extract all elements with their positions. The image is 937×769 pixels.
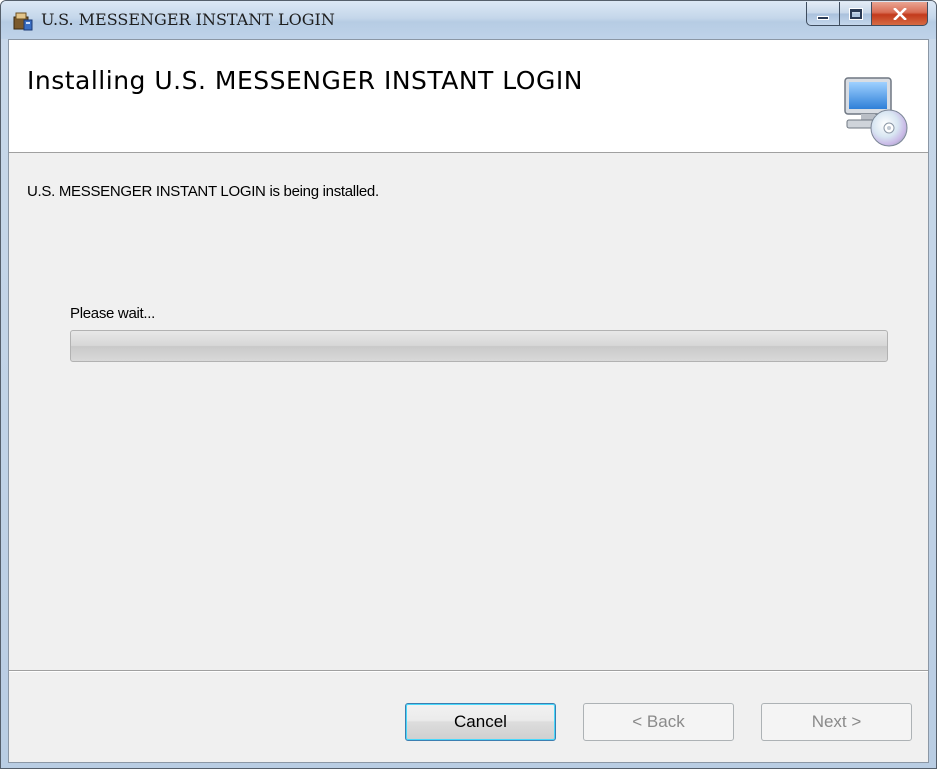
progress-label: Please wait... — [70, 305, 156, 322]
dialog-client-area: Installing U.S. MESSENGER INSTANT LOGIN — [8, 39, 929, 763]
footer-separator — [9, 670, 928, 672]
maximize-button[interactable] — [840, 2, 872, 26]
cancel-button[interactable]: Cancel — [405, 703, 556, 741]
maximize-icon — [848, 7, 863, 20]
install-status-text: U.S. MESSENGER INSTANT LOGIN is being in… — [27, 183, 379, 200]
computer-with-cd-icon — [844, 77, 908, 147]
minimize-button[interactable] — [806, 2, 840, 26]
installer-window: U.S. MESSENGER INSTANT LOGIN Installing … — [0, 0, 937, 769]
close-icon — [892, 7, 907, 20]
page-title: Installing U.S. MESSENGER INSTANT LOGIN — [27, 66, 583, 95]
back-button[interactable]: < Back — [583, 703, 734, 741]
installer-package-icon — [13, 12, 33, 31]
caption-buttons — [806, 2, 928, 26]
close-button[interactable] — [872, 2, 928, 26]
minimize-icon — [817, 15, 829, 20]
header-banner: Installing U.S. MESSENGER INSTANT LOGIN — [9, 40, 928, 153]
install-progress-bar — [70, 330, 888, 362]
title-bar[interactable]: U.S. MESSENGER INSTANT LOGIN — [1, 1, 936, 39]
next-button[interactable]: Next > — [761, 703, 912, 741]
window-title: U.S. MESSENGER INSTANT LOGIN — [41, 10, 335, 29]
